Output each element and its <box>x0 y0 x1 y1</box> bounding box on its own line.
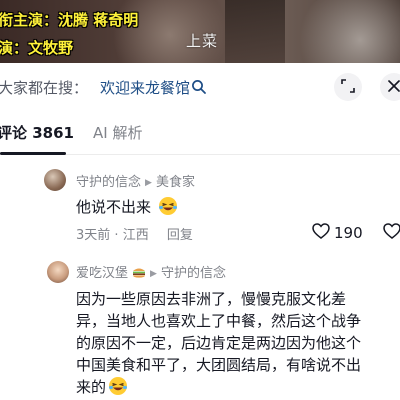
like-button[interactable]: 190 <box>312 223 363 243</box>
comment-author[interactable]: 爱吃汉堡 <box>76 266 128 281</box>
video-background <box>225 0 285 63</box>
heart-icon <box>383 223 400 243</box>
comment-text: 因为一些原因去非洲了，慢慢克服文化差 异，当地人也喜欢上了中餐，然后这个战争 的… <box>76 288 400 398</box>
video-credit-line: 衔主演：沈腾 蒋奇明 <box>0 11 139 29</box>
heart-icon <box>312 223 330 243</box>
comment-text-line-end: 来的 <box>76 378 107 396</box>
video-background <box>290 0 400 63</box>
comment-time: 3天前 <box>76 228 111 243</box>
comment-text-line: 中国美食和平了，大团圆结局，有啥说不出 <box>76 356 362 374</box>
comment-tabs: 评论 3861 AI 解析 <box>0 111 400 155</box>
search-suggestion-link[interactable]: 欢迎来龙餐馆 <box>100 77 190 98</box>
comment-text-line: 因为一些原因去非洲了，慢慢克服文化差 <box>76 290 347 308</box>
reply-arrow-icon: ▶ <box>150 269 157 279</box>
reply-to-author[interactable]: 守护的信念 <box>161 266 226 281</box>
comment-author[interactable]: 守护的信念 <box>76 175 141 190</box>
search-suggestion-bar[interactable]: 大家都在搜： 欢迎来龙餐馆 <box>0 63 400 111</box>
comment-footer: 3天前 · 江西 回复 <box>76 224 193 243</box>
search-icon[interactable] <box>191 79 207 95</box>
tab-ai-analysis[interactable]: AI 解析 <box>93 122 142 143</box>
video-credit-line: 演：文牧野 <box>0 39 74 57</box>
reply-arrow-icon: ▶ <box>145 178 152 188</box>
comment-text-line: 异，当地人也喜欢上了中餐，然后这个战争 <box>76 312 362 330</box>
reply-to-author[interactable]: 美食家 <box>156 175 195 190</box>
like-count: 190 <box>334 224 363 242</box>
reply-button[interactable]: 回复 <box>167 228 193 243</box>
comment-meta: 爱吃汉堡 ▶ 守护的信念 <box>76 262 226 281</box>
hamburger-emoji-icon <box>132 267 146 278</box>
comment-text-content: 他说不出来 <box>76 198 152 216</box>
footer-separator: · <box>110 228 123 243</box>
avatar[interactable] <box>47 261 69 283</box>
close-icon <box>387 78 400 97</box>
search-suggestion-prefix: 大家都在搜： <box>0 79 89 97</box>
comment-meta: 守护的信念 ▶ 美食家 <box>76 171 195 190</box>
expand-button[interactable] <box>334 73 362 101</box>
dislike-button[interactable] <box>383 223 400 243</box>
comment-text-line: 的原因不一定，后边肯定是两边因为他这个 <box>76 334 362 352</box>
comment-text: 他说不出来 <box>76 196 178 217</box>
video-player[interactable]: 衔主演：沈腾 蒋奇明 演：文牧野 上菜 <box>0 0 400 63</box>
avatar[interactable] <box>44 169 66 191</box>
laughing-crying-emoji-icon <box>108 376 128 396</box>
close-button[interactable] <box>380 73 400 101</box>
comment-text-line: 来的 <box>76 376 400 398</box>
expand-icon <box>341 78 355 97</box>
tab-comments[interactable]: 评论 3861 <box>0 122 74 143</box>
active-tab-indicator <box>0 152 66 155</box>
video-caption: 上菜 <box>186 32 219 50</box>
comment-location: 江西 <box>122 228 149 243</box>
laughing-crying-emoji-icon <box>158 196 178 216</box>
